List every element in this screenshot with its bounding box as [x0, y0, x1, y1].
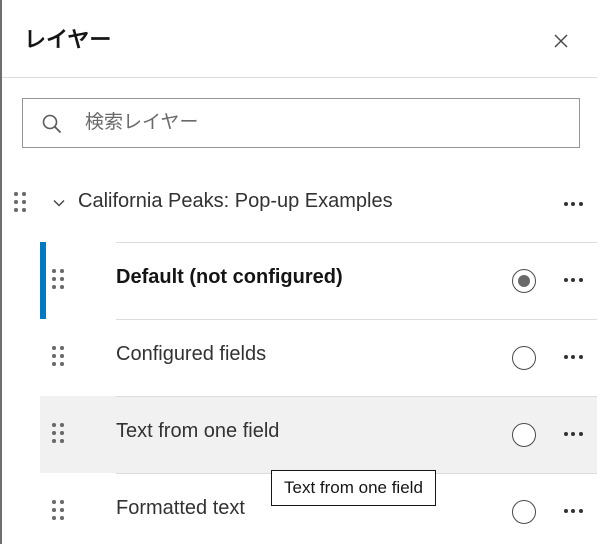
layer-label: Formatted text: [116, 497, 245, 519]
tooltip: Text from one field: [271, 470, 436, 506]
search-icon: [42, 114, 62, 134]
chevron-down-icon[interactable]: [50, 194, 68, 212]
layer-radio-button[interactable]: [512, 500, 536, 524]
drag-handle-icon[interactable]: [52, 269, 68, 293]
search-input[interactable]: [83, 107, 563, 139]
layer-options-button[interactable]: [556, 263, 590, 297]
divider: [116, 319, 597, 320]
layer-radio-button[interactable]: [512, 269, 536, 293]
layer-group-row[interactable]: California Peaks: Pop-up Examples: [2, 168, 597, 240]
selection-indicator: [40, 242, 46, 319]
group-options-button[interactable]: [556, 187, 590, 221]
group-label: California Peaks: Pop-up Examples: [78, 190, 393, 212]
layer-label: Text from one field: [116, 420, 280, 442]
layer-row-text-from-one-field[interactable]: Text from one field: [40, 396, 597, 473]
close-button[interactable]: [544, 24, 578, 58]
divider: [116, 242, 597, 243]
more-dot-icon: [563, 202, 568, 206]
drag-handle-icon[interactable]: [14, 192, 30, 216]
drag-handle-icon[interactable]: [52, 500, 68, 524]
layer-label: Default (not configured): [116, 266, 343, 288]
layer-label: Configured fields: [116, 343, 267, 365]
layer-options-button[interactable]: [556, 417, 590, 451]
panel-header: レイヤー: [2, 0, 597, 78]
layer-options-button[interactable]: [556, 340, 590, 374]
layer-radio-button[interactable]: [512, 346, 536, 370]
layer-options-button[interactable]: [556, 494, 590, 528]
panel-title: レイヤー: [24, 27, 112, 52]
close-icon: [554, 34, 568, 48]
drag-handle-icon[interactable]: [52, 423, 68, 447]
layer-radio-button[interactable]: [512, 423, 536, 447]
search-box[interactable]: [22, 98, 580, 148]
layer-row-configured-fields[interactable]: Configured fields: [40, 319, 597, 396]
drag-handle-icon[interactable]: [52, 346, 68, 370]
layer-row-default[interactable]: Default (not configured): [40, 242, 597, 319]
layer-list-panel: レイヤー California Peaks: Pop-up Examples: [0, 0, 597, 544]
divider: [116, 396, 597, 397]
